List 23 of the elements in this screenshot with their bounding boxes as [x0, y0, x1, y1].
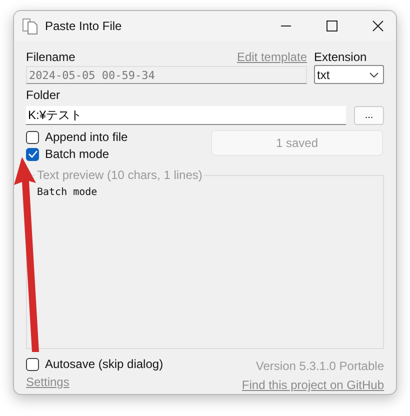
checkbox[interactable] [26, 130, 39, 144]
version-text: Version 5.3.1.0 Portable [256, 359, 384, 374]
filename-label: Filename [26, 50, 76, 65]
preview-title: Text preview (10 chars, 1 lines) [35, 168, 204, 182]
checkbox-label: Autosave (skip dialog) [45, 357, 164, 371]
folder-field[interactable]: K:¥テスト [26, 106, 346, 125]
chevron-down-icon [369, 72, 379, 78]
documents-icon [22, 17, 38, 35]
maximize-icon[interactable] [326, 20, 338, 32]
window-title: Paste Into File [45, 19, 123, 33]
folder-label: Folder [26, 88, 62, 103]
browse-button[interactable]: ... [354, 106, 384, 124]
checkbox[interactable] [26, 148, 39, 160]
github-link[interactable]: Find this project on GitHub [242, 378, 384, 393]
extension-label: Extension [314, 50, 368, 65]
preview-text: Batch mode [37, 187, 98, 198]
extension-dropdown[interactable]: txt [314, 65, 384, 84]
close-icon[interactable] [372, 20, 384, 32]
settings-link[interactable]: Settings [26, 375, 164, 390]
checkbox[interactable] [26, 358, 39, 370]
checkbox-label: Batch mode [45, 147, 110, 161]
checkbox-label: Append into file [45, 130, 128, 144]
edit-template-link[interactable]: Edit template [236, 50, 307, 65]
